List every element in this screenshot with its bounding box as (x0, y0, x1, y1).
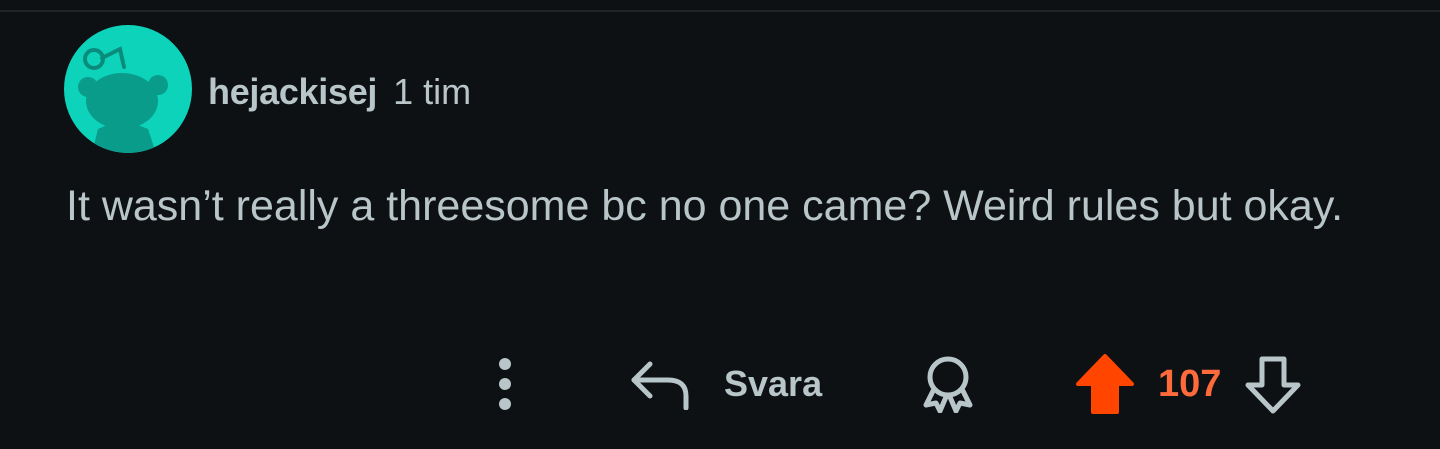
comment: hejackisej 1 tim It wasn’t really a thre… (0, 0, 1440, 449)
vote-group: 107 (1074, 352, 1303, 416)
reply-button[interactable]: Svara (628, 352, 822, 416)
upvote-arrow-icon[interactable] (1074, 352, 1136, 416)
comment-header: hejackisej 1 tim (208, 68, 471, 116)
downvote-arrow-icon[interactable] (1243, 353, 1303, 415)
avatar[interactable] (64, 25, 192, 153)
snoo-avatar-icon (78, 46, 168, 153)
award-button[interactable] (912, 352, 984, 416)
vote-score: 107 (1158, 362, 1222, 405)
more-options-button[interactable] (488, 352, 522, 416)
username[interactable]: hejackisej (208, 71, 377, 113)
reply-label: Svara (724, 363, 823, 404)
reply-arrow-icon (628, 358, 692, 410)
more-vertical-icon (495, 357, 515, 411)
award-icon (918, 355, 978, 413)
timestamp: 1 tim (393, 71, 472, 112)
comment-body: It wasn’t really a threesome bc no one c… (66, 182, 1344, 230)
